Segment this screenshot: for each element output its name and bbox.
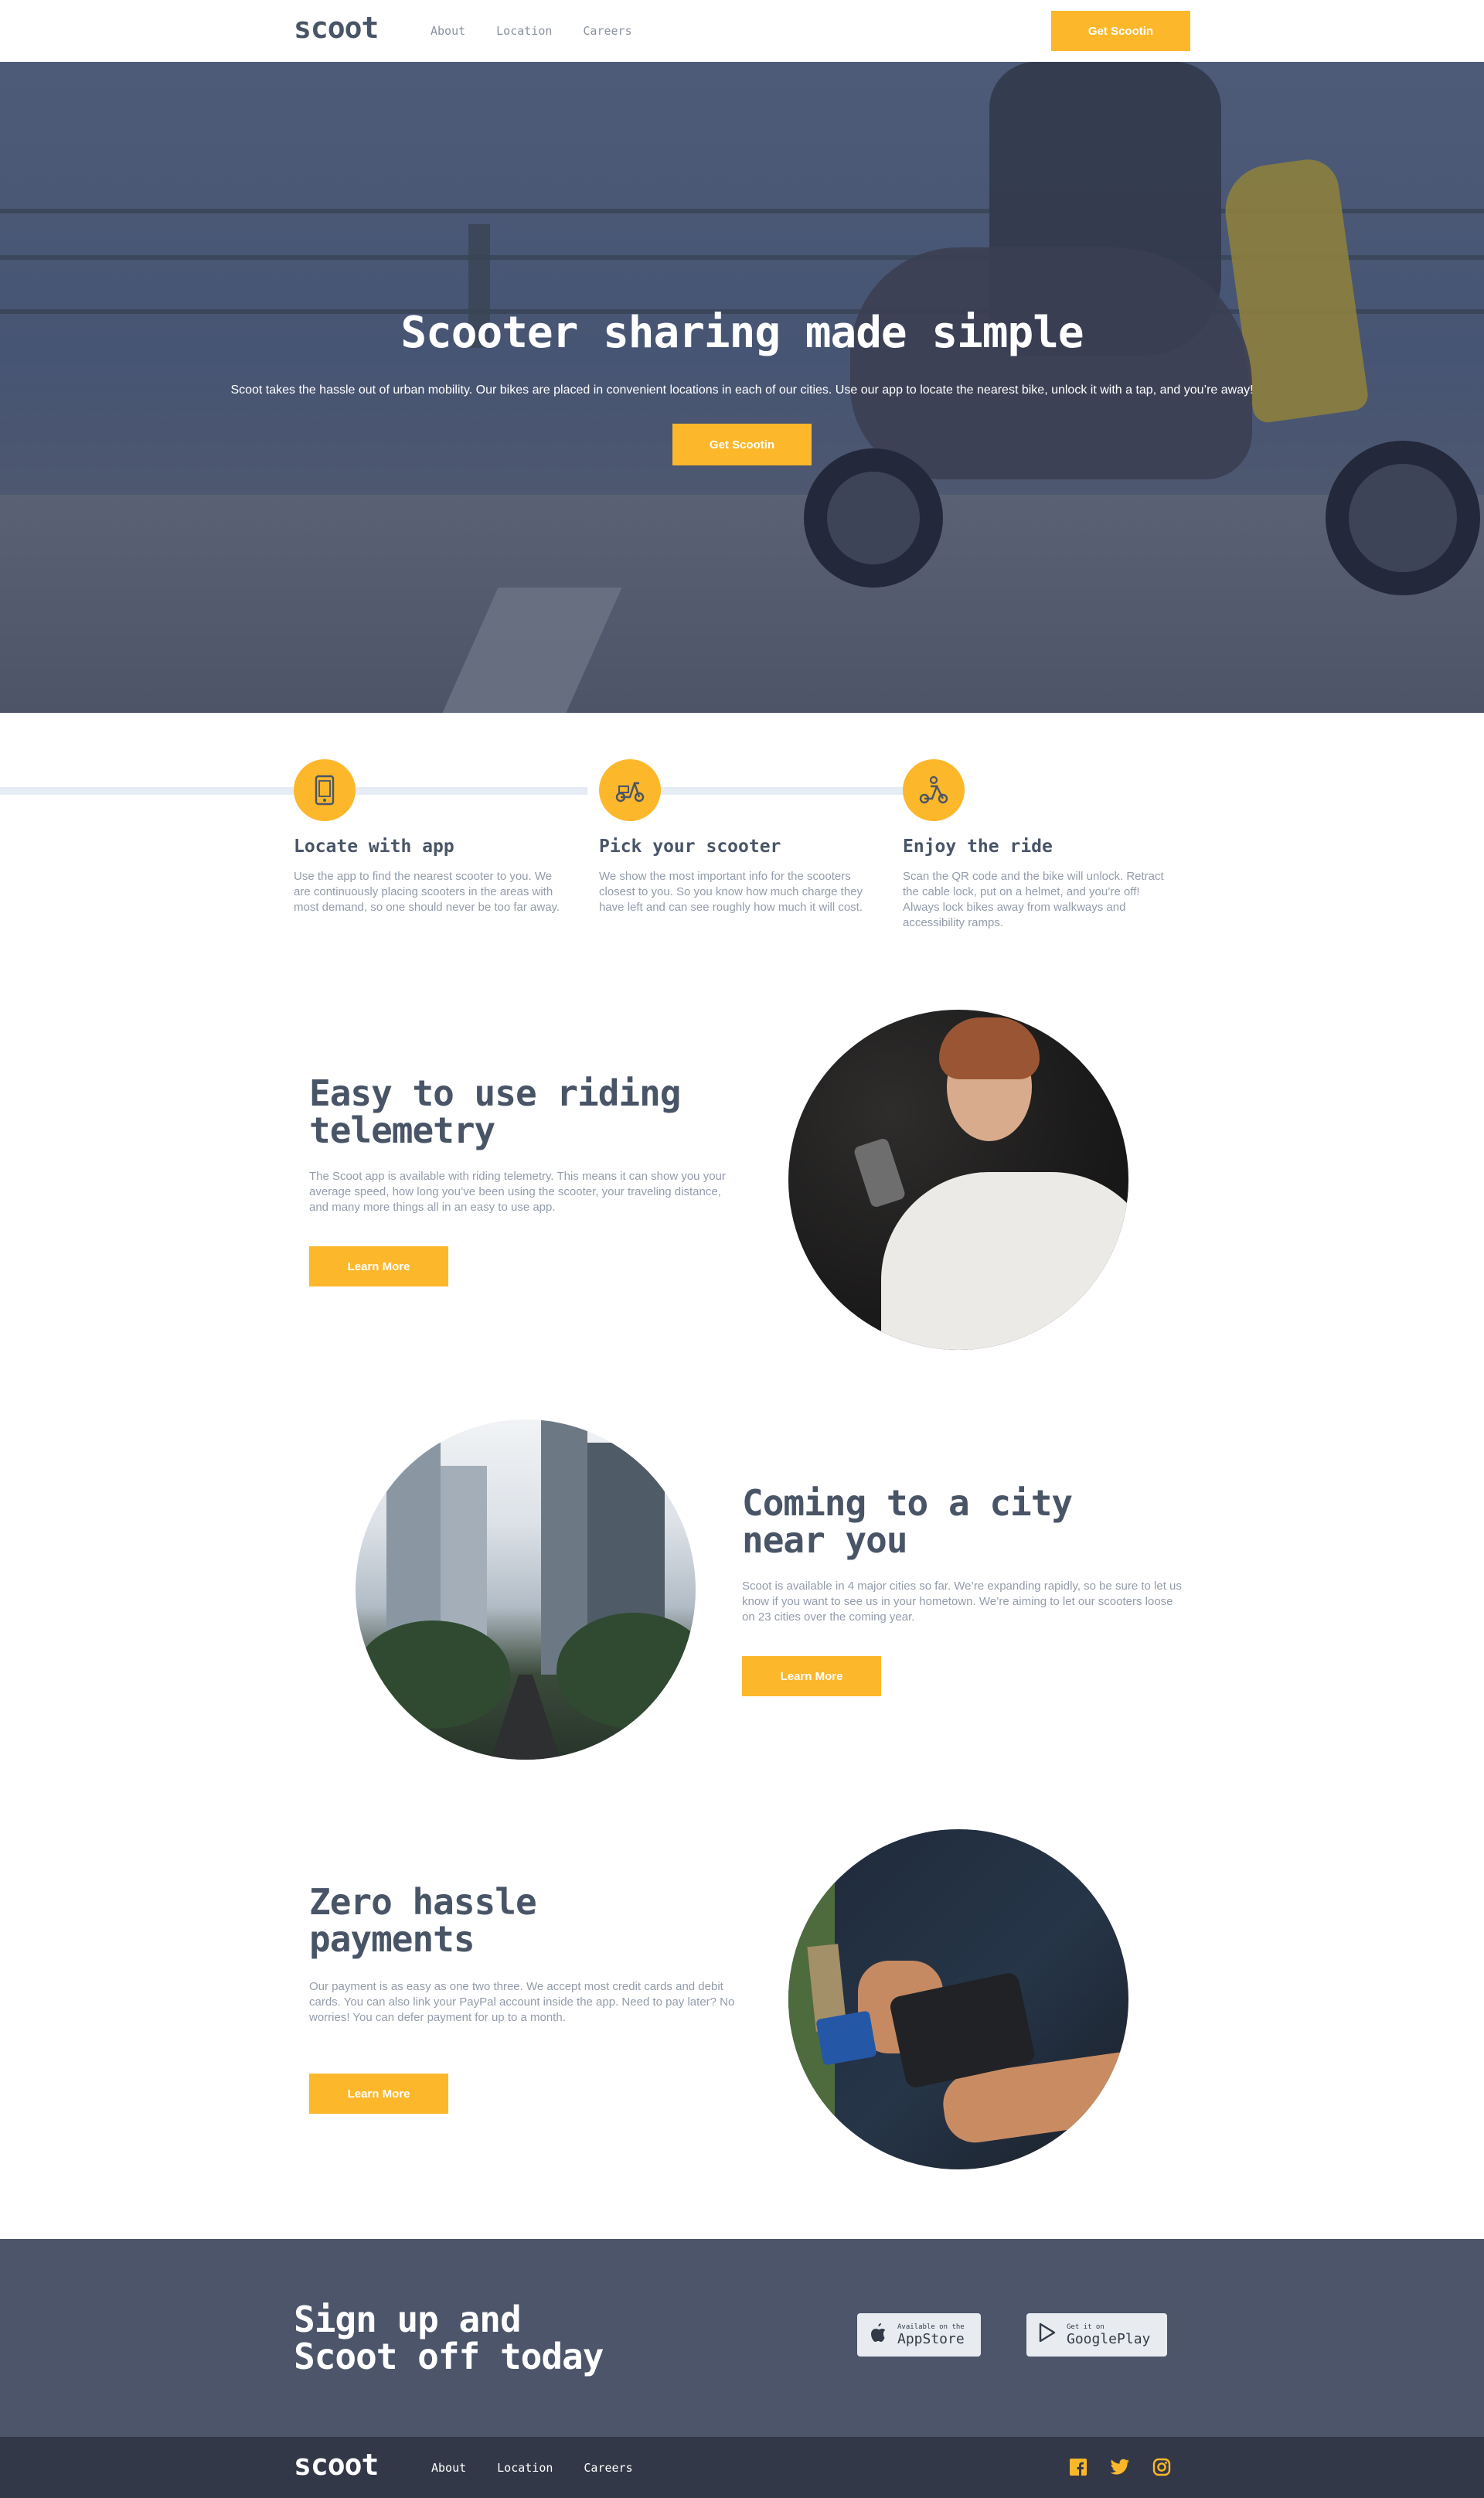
photo-detail bbox=[939, 1017, 1040, 1079]
nav-location[interactable]: Location bbox=[496, 24, 552, 38]
step-text: We show the most important info for the … bbox=[599, 870, 863, 914]
learn-more-button[interactable]: Learn More bbox=[309, 1246, 448, 1286]
step-title: Locate with app bbox=[294, 837, 454, 857]
hero-wheel bbox=[804, 448, 943, 588]
footer-nav-location[interactable]: Location bbox=[497, 2461, 553, 2475]
feature-title-line: Easy to use riding bbox=[309, 1072, 681, 1114]
nav-careers[interactable]: Careers bbox=[583, 24, 631, 38]
header-cta-button[interactable]: Get Scootin bbox=[1051, 11, 1190, 51]
feature-title-line: Coming to a city bbox=[742, 1482, 1073, 1524]
feature-text: Our payment is as easy as one two three.… bbox=[309, 1980, 735, 2024]
hero-wheel bbox=[1326, 441, 1480, 595]
instagram-icon[interactable] bbox=[1152, 2457, 1172, 2477]
step-title: Enjoy the ride bbox=[903, 837, 1053, 857]
feature-title: Zero hassle payments bbox=[309, 1881, 537, 1960]
rider-icon bbox=[903, 759, 965, 821]
feature-text: The Scoot app is available with riding t… bbox=[309, 1170, 726, 1214]
feature-payments: Zero hassle payments Our payment is as e… bbox=[0, 1825, 1484, 2173]
appstore-button[interactable]: Available on the AppStore bbox=[857, 2313, 981, 2357]
feature-title-line: near you bbox=[742, 1519, 908, 1561]
site-header: scoot About Location Careers Get Scootin bbox=[0, 0, 1484, 62]
appstore-small-text: Available on the bbox=[897, 2322, 965, 2331]
hero-section: Scooter sharing made simple Scoot takes … bbox=[0, 62, 1484, 713]
hero-cta-button[interactable]: Get Scootin bbox=[672, 424, 812, 465]
hero-scooter bbox=[850, 247, 1252, 479]
wallet-photo bbox=[788, 1829, 1128, 2169]
feature-title-line: Zero hassle bbox=[309, 1881, 537, 1923]
learn-more-button[interactable]: Learn More bbox=[742, 1656, 881, 1696]
signup-title-line: Scoot off today bbox=[294, 2336, 604, 2377]
feature-title: Coming to a city near you bbox=[742, 1482, 1073, 1561]
feature-title-line: telemetry bbox=[309, 1109, 495, 1151]
photo-detail bbox=[881, 1172, 1128, 1350]
photo-detail bbox=[556, 1613, 696, 1729]
footer-nav-about[interactable]: About bbox=[431, 2461, 466, 2475]
twitter-icon[interactable] bbox=[1110, 2457, 1130, 2477]
feature-telemetry: Easy to use riding telemetry The Scoot a… bbox=[0, 1005, 1484, 1353]
googleplay-button[interactable]: Get it on GooglePlay bbox=[1026, 2313, 1167, 2357]
city-street-photo bbox=[356, 1419, 696, 1760]
site-footer: scoot About Location Careers bbox=[0, 2437, 1484, 2498]
nav-about[interactable]: About bbox=[431, 24, 465, 38]
apple-icon bbox=[868, 2322, 888, 2348]
photo-detail bbox=[356, 1620, 510, 1729]
step-text: Scan the QR code and the bike will unloc… bbox=[903, 870, 1164, 929]
main-nav: About Location Careers bbox=[431, 24, 663, 38]
signup-banner: Sign up and Scoot off today Available on… bbox=[0, 2239, 1484, 2437]
play-store-icon bbox=[1037, 2322, 1057, 2348]
footer-logo[interactable]: scoot bbox=[294, 2448, 379, 2482]
steps-track bbox=[634, 787, 904, 795]
feature-text: Scoot is available in 4 major cities so … bbox=[742, 1580, 1182, 1624]
logo[interactable]: scoot bbox=[294, 11, 379, 45]
footer-nav: About Location Careers bbox=[431, 2461, 664, 2475]
scooter-icon bbox=[599, 759, 661, 821]
hero-road bbox=[0, 495, 1484, 713]
feature-title-line: payments bbox=[309, 1918, 475, 1960]
step-title: Pick your scooter bbox=[599, 837, 781, 857]
woman-phone-photo bbox=[788, 1010, 1128, 1350]
learn-more-button[interactable]: Learn More bbox=[309, 2074, 448, 2114]
photo-detail bbox=[853, 1137, 907, 1209]
facebook-icon[interactable] bbox=[1068, 2457, 1088, 2477]
googleplay-big-text: GooglePlay bbox=[1067, 2330, 1151, 2347]
feature-city: Coming to a city near you Scoot is avail… bbox=[0, 1415, 1484, 1763]
hero-title: Scooter sharing made simple bbox=[400, 308, 1084, 358]
footer-nav-careers[interactable]: Careers bbox=[584, 2461, 632, 2475]
feature-title: Easy to use riding telemetry bbox=[309, 1075, 681, 1149]
appstore-big-text: AppStore bbox=[897, 2330, 965, 2347]
step-text: Use the app to find the nearest scooter … bbox=[294, 870, 560, 914]
photo-detail bbox=[815, 2010, 877, 2066]
signup-title-line: Sign up and bbox=[294, 2299, 522, 2340]
hero-text: Scoot takes the hassle out of urban mobi… bbox=[230, 383, 1254, 397]
googleplay-small-text: Get it on bbox=[1067, 2322, 1104, 2331]
signup-title: Sign up and Scoot off today bbox=[294, 2299, 604, 2377]
phone-app-icon bbox=[294, 759, 356, 821]
